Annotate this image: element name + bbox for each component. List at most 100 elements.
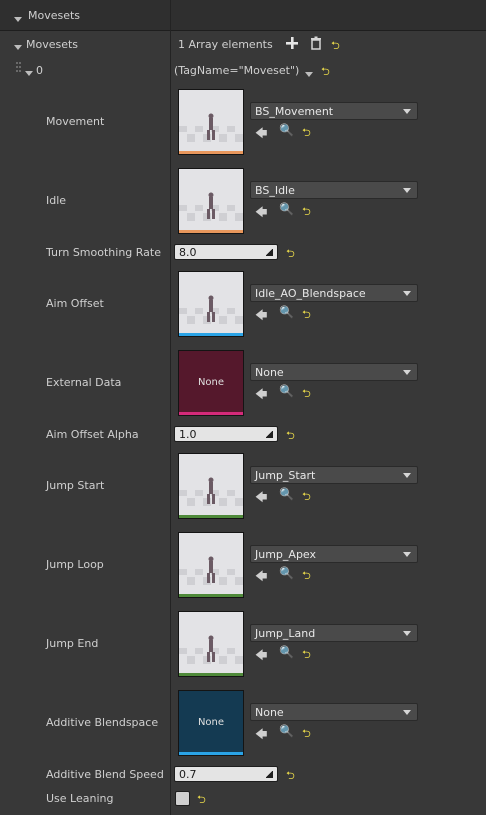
chevron-down-icon xyxy=(403,370,411,375)
additive-blend-speed-input[interactable]: 0.7 xyxy=(174,766,278,782)
jump-loop-label: Jump Loop xyxy=(46,558,104,571)
asset-type-bar xyxy=(179,151,243,154)
empty-thumbnail-text: None xyxy=(197,717,225,728)
use-selected-arrow-icon[interactable]: 🡄 xyxy=(255,385,267,406)
external-data-asset-dropdown[interactable]: None xyxy=(250,363,418,381)
jump-start-asset-name: Jump_Start xyxy=(255,469,316,482)
jump-start-thumbnail[interactable] xyxy=(178,453,244,519)
delete-all-icon[interactable] xyxy=(309,36,323,50)
column-divider[interactable] xyxy=(170,0,171,815)
reset-to-default-icon[interactable]: ⮌ xyxy=(286,767,295,786)
reset-to-default-icon[interactable]: ⮌ xyxy=(321,63,330,82)
external-data-thumbnail[interactable]: None xyxy=(178,350,244,416)
idle-thumbnail[interactable] xyxy=(178,168,244,234)
idle-asset-name: BS_Idle xyxy=(255,184,295,197)
jump-start-label: Jump Start xyxy=(46,479,105,492)
aim-offset-label: Aim Offset xyxy=(46,297,104,310)
reset-to-default-icon[interactable]: ⮌ xyxy=(302,124,311,143)
use-leaning-label: Use Leaning xyxy=(46,792,114,805)
additive-blendspace-label: Additive Blendspace xyxy=(46,716,159,729)
resize-grip-icon xyxy=(266,771,273,778)
resize-grip-icon xyxy=(266,431,273,438)
jump-end-asset-dropdown[interactable]: Jump_Land xyxy=(250,624,418,642)
chevron-down-icon xyxy=(403,473,411,478)
reset-to-default-icon[interactable]: ⮌ xyxy=(286,427,295,446)
aim-offset-thumbnail[interactable] xyxy=(178,271,244,337)
browse-search-icon[interactable]: 🔍 xyxy=(279,645,294,659)
element-value: (TagName="Moveset") xyxy=(174,64,300,77)
jump-end-asset-name: Jump_Land xyxy=(255,627,316,640)
asset-type-bar xyxy=(179,594,243,597)
asset-type-bar xyxy=(179,515,243,518)
use-selected-arrow-icon[interactable]: 🡄 xyxy=(255,306,267,327)
turn-smoothing-input[interactable]: 8.0 xyxy=(174,244,278,260)
jump-loop-asset-dropdown[interactable]: Jump_Apex xyxy=(250,545,418,563)
element-expand-arrow-icon[interactable] xyxy=(25,66,33,79)
browse-search-icon[interactable]: 🔍 xyxy=(279,724,294,738)
aim-offset-alpha-label: Aim Offset Alpha xyxy=(46,428,139,441)
reset-to-default-icon[interactable]: ⮌ xyxy=(302,203,311,222)
turn-smoothing-value: 8.0 xyxy=(179,246,197,259)
aim-offset-asset-dropdown[interactable]: Idle_AO_Blendspace xyxy=(250,284,418,302)
additive-blendspace-asset-dropdown[interactable]: None xyxy=(250,703,418,721)
browse-search-icon[interactable]: 🔍 xyxy=(279,566,294,580)
reset-to-default-icon[interactable]: ⮌ xyxy=(302,646,311,665)
browse-search-icon[interactable]: 🔍 xyxy=(279,487,294,501)
array-count: 1 Array elements xyxy=(178,38,273,51)
additive-blendspace-thumbnail[interactable]: None xyxy=(178,690,244,756)
empty-thumbnail-text: None xyxy=(197,377,225,388)
aim-offset-alpha-input[interactable]: 1.0 xyxy=(174,426,278,442)
external-data-asset-name: None xyxy=(255,366,284,379)
reset-to-default-icon[interactable]: ⮌ xyxy=(302,567,311,586)
use-selected-arrow-icon[interactable]: 🡄 xyxy=(255,124,267,145)
use-selected-arrow-icon[interactable]: 🡄 xyxy=(255,646,267,667)
movement-asset-name: BS_Movement xyxy=(255,105,334,118)
use-selected-arrow-icon[interactable]: 🡄 xyxy=(255,203,267,224)
asset-type-bar xyxy=(179,333,243,336)
idle-asset-dropdown[interactable]: BS_Idle xyxy=(250,181,418,199)
idle-label: Idle xyxy=(46,194,67,207)
aim-offset-alpha-value: 1.0 xyxy=(179,428,197,441)
asset-type-bar xyxy=(179,752,243,755)
browse-search-icon[interactable]: 🔍 xyxy=(279,305,294,319)
resize-grip-icon xyxy=(266,249,273,256)
use-selected-arrow-icon[interactable]: 🡄 xyxy=(255,488,267,509)
element-options-chevron-icon[interactable] xyxy=(305,67,313,80)
asset-type-bar xyxy=(179,230,243,233)
reset-to-default-icon[interactable]: ⮌ xyxy=(302,306,311,325)
reset-to-default-icon[interactable]: ⮌ xyxy=(302,725,311,744)
drag-handle-icon[interactable] xyxy=(16,62,22,76)
array-label: Movesets xyxy=(26,38,79,51)
use-leaning-checkbox[interactable] xyxy=(175,791,190,806)
additive-blend-speed-label: Additive Blend Speed xyxy=(46,768,164,781)
jump-loop-asset-name: Jump_Apex xyxy=(255,548,317,561)
reset-to-default-icon[interactable]: ⮌ xyxy=(197,791,206,810)
asset-type-bar xyxy=(179,412,243,415)
browse-search-icon[interactable]: 🔍 xyxy=(279,384,294,398)
jump-start-asset-dropdown[interactable]: Jump_Start xyxy=(250,466,418,484)
reset-to-default-icon[interactable]: ⮌ xyxy=(302,488,311,507)
asset-type-bar xyxy=(179,673,243,676)
add-element-icon[interactable] xyxy=(285,36,299,50)
movement-thumbnail[interactable] xyxy=(178,89,244,155)
movement-asset-dropdown[interactable]: BS_Movement xyxy=(250,102,418,120)
element-index: 0 xyxy=(36,64,43,77)
reset-to-default-icon[interactable]: ⮌ xyxy=(286,245,295,264)
collapse-arrow-icon[interactable] xyxy=(14,12,22,25)
turn-smoothing-label: Turn Smoothing Rate xyxy=(46,246,161,259)
additive-blendspace-asset-name: None xyxy=(255,706,284,719)
use-selected-arrow-icon[interactable]: 🡄 xyxy=(255,567,267,588)
use-selected-arrow-icon[interactable]: 🡄 xyxy=(255,725,267,746)
browse-search-icon[interactable]: 🔍 xyxy=(279,123,294,137)
aim-offset-asset-name: Idle_AO_Blendspace xyxy=(255,287,366,300)
chevron-down-icon xyxy=(403,109,411,114)
reset-to-default-icon[interactable]: ⮌ xyxy=(331,37,340,56)
category-title: Movesets xyxy=(28,9,81,22)
external-data-label: External Data xyxy=(46,376,122,389)
array-expand-arrow-icon[interactable] xyxy=(14,40,22,53)
reset-to-default-icon[interactable]: ⮌ xyxy=(302,385,311,404)
jump-end-thumbnail[interactable] xyxy=(178,611,244,677)
chevron-down-icon xyxy=(403,188,411,193)
jump-loop-thumbnail[interactable] xyxy=(178,532,244,598)
browse-search-icon[interactable]: 🔍 xyxy=(279,202,294,216)
